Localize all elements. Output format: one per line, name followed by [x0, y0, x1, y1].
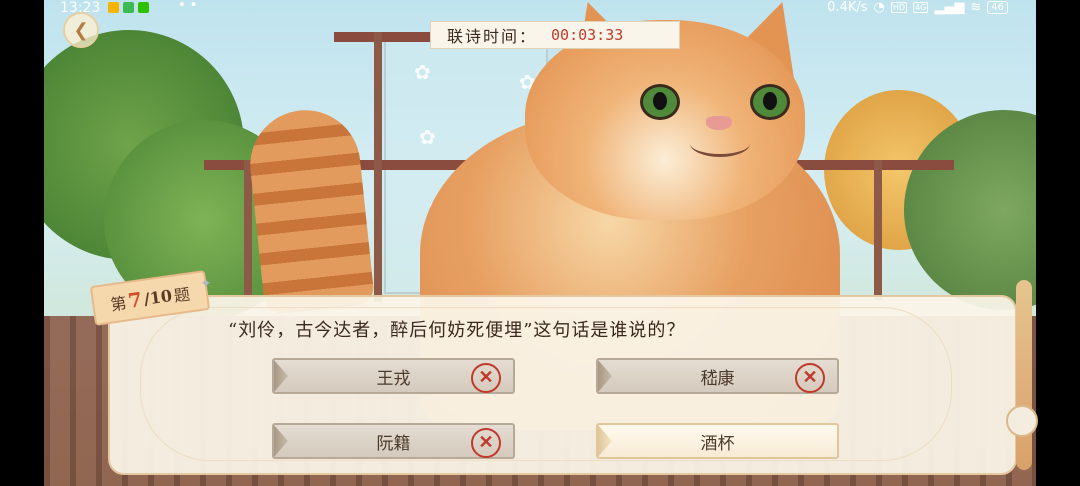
- option-arrow-decoration: [274, 360, 288, 392]
- back-button[interactable]: ❮: [63, 12, 99, 48]
- status-right: 0.4K/s ◔ HD 4G ▂▄▆ ≋ 46: [827, 0, 1008, 15]
- right-letterbox: [1036, 0, 1080, 486]
- question-tag-suffix: 题: [172, 284, 192, 306]
- cat-nose: [706, 116, 732, 130]
- option-button-4[interactable]: 酒杯: [596, 423, 839, 459]
- option-arrow-decoration: [274, 425, 288, 457]
- signal-icon: ▂▄▆: [934, 0, 965, 15]
- left-letterbox: [0, 0, 44, 486]
- cat-head: [525, 20, 805, 220]
- cross-circle-icon: ✕: [471, 428, 501, 458]
- question-current-number: 7: [126, 287, 144, 313]
- timer-label: 联诗时间：: [447, 27, 538, 46]
- cat-mouth: [690, 130, 750, 157]
- option-arrow-decoration: [598, 360, 612, 392]
- poem-timer: 联诗时间： 00:03:33: [430, 21, 680, 49]
- pavilion-post-1: [374, 32, 382, 302]
- option-label: 酒杯: [700, 433, 735, 454]
- status-time: 13:23: [60, 0, 101, 16]
- notification-app-icon: [123, 2, 134, 13]
- network-speed: 0.4K/s: [827, 0, 868, 15]
- status-bar: 13:23 • • 0.4K/s ◔ HD 4G ▂▄▆ ≋ 46: [0, 0, 1080, 16]
- status-app-icons: [108, 2, 149, 13]
- pavilion-post-3: [874, 160, 882, 300]
- tassel-bead: [1006, 405, 1038, 437]
- option-label: 王戎: [376, 368, 411, 389]
- status-more-dots: • •: [178, 0, 198, 13]
- paw-icon: ✿: [414, 60, 431, 84]
- cross-circle-icon: ✕: [471, 363, 501, 393]
- wechat-icon: [138, 2, 149, 13]
- back-arrow-icon: ❮: [73, 19, 89, 41]
- option-label: 阮籍: [376, 433, 411, 454]
- cat-eye-left: [640, 84, 680, 120]
- alarm-icon: ◔: [873, 0, 885, 15]
- option-arrow-decoration: [598, 425, 612, 457]
- timer-value: 00:03:33: [551, 26, 624, 44]
- notification-app-icon: [108, 2, 119, 13]
- option-button-2[interactable]: 嵇康 ✕: [596, 358, 839, 394]
- option-button-1[interactable]: 王戎 ✕: [272, 358, 515, 394]
- cat-eye-right: [750, 84, 790, 120]
- option-label: 嵇康: [700, 368, 735, 389]
- option-button-3[interactable]: 阮籍 ✕: [272, 423, 515, 459]
- paw-icon: ✿: [419, 125, 436, 149]
- cross-circle-icon: ✕: [795, 363, 825, 393]
- battery-indicator: 46: [987, 1, 1008, 14]
- tassel-decoration: [1016, 280, 1032, 470]
- wifi-icon: ≋: [970, 0, 982, 15]
- question-total: /10: [142, 285, 174, 309]
- pin-icon: ✦: [200, 276, 212, 292]
- question-tag-prefix: 第: [109, 293, 128, 315]
- hd-badge: HD: [890, 2, 908, 13]
- signal-badge: 4G: [913, 2, 929, 13]
- question-text: “刘伶，古今达者，醉后何妨死便埋”这句话是谁说的？: [228, 320, 686, 341]
